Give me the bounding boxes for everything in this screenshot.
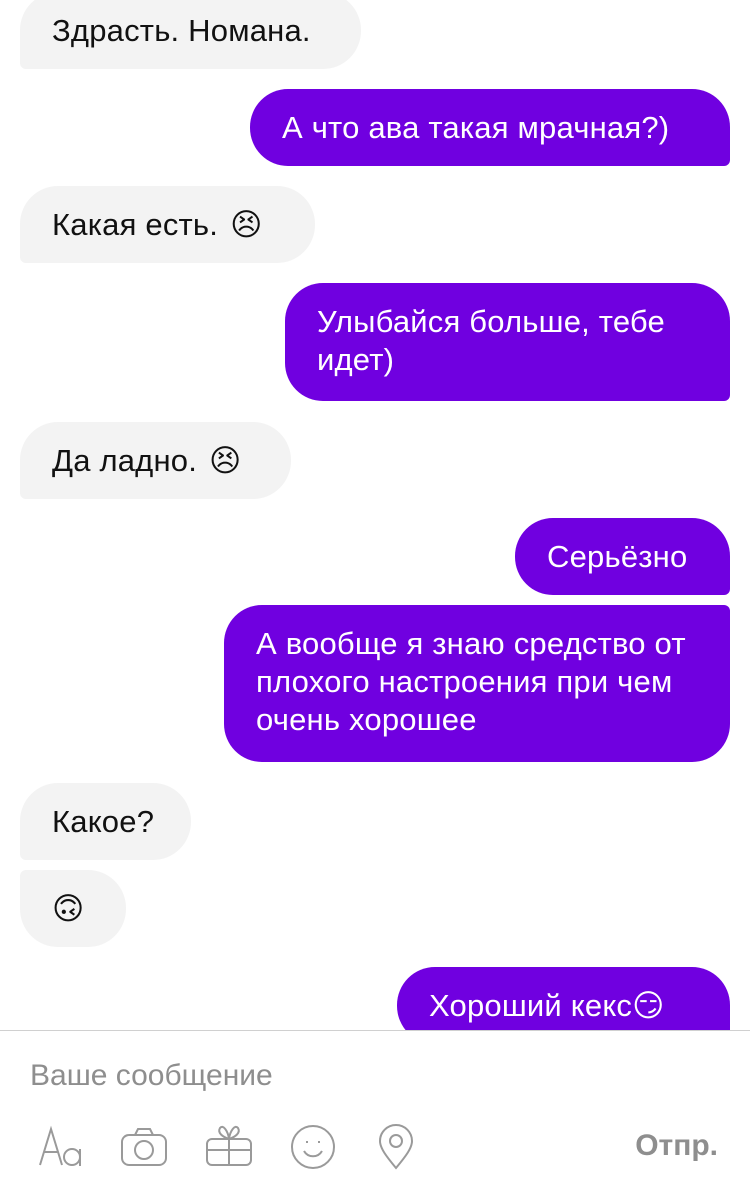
message-input[interactable]: Ваше сообщение bbox=[30, 1059, 273, 1093]
message-text: Хороший кекс bbox=[429, 987, 633, 1023]
text-format-icon[interactable] bbox=[34, 1121, 86, 1173]
smirking-face-icon: 😏 bbox=[632, 987, 665, 1024]
location-pin-icon[interactable] bbox=[370, 1121, 422, 1173]
message-outgoing[interactable]: Хороший кекс 😏 bbox=[397, 967, 730, 1030]
composer-toolbar: Отпр. bbox=[0, 1121, 750, 1181]
persevering-face-icon: 😣 bbox=[209, 442, 242, 479]
message-incoming[interactable]: Да ладно. 😣 bbox=[20, 422, 291, 499]
message-text: Здрасть. Номана. bbox=[52, 12, 311, 48]
message-text: А вообще я знаю средство от плохого наст… bbox=[256, 626, 686, 737]
message-text: Какая есть. bbox=[52, 206, 219, 242]
message-incoming[interactable]: 🙃 bbox=[20, 870, 126, 947]
message-text: А что ава такая мрачная?) bbox=[282, 109, 670, 145]
camera-icon[interactable] bbox=[118, 1121, 170, 1173]
message-text: Улыбайся больше, тебе идет) bbox=[317, 304, 665, 377]
sticker-smile-icon[interactable] bbox=[287, 1121, 339, 1173]
message-outgoing[interactable]: А вообще я знаю средство от плохого наст… bbox=[224, 605, 730, 762]
persevering-face-icon: 😣 bbox=[230, 206, 263, 243]
gift-icon[interactable] bbox=[203, 1121, 255, 1173]
message-text: Да ладно. bbox=[52, 442, 198, 478]
message-outgoing[interactable]: А что ава такая мрачная?) bbox=[250, 89, 730, 166]
message-incoming[interactable]: Какая есть. 😣 bbox=[20, 186, 315, 263]
message-outgoing[interactable]: Серьёзно bbox=[515, 518, 730, 595]
send-button[interactable]: Отпр. bbox=[635, 1129, 718, 1163]
message-text: Серьёзно bbox=[547, 538, 688, 574]
message-text: Какое? bbox=[52, 803, 155, 839]
message-list[interactable]: Здрасть. Номана. А что ава такая мрачная… bbox=[0, 0, 750, 1030]
message-incoming[interactable]: Здрасть. Номана. bbox=[20, 0, 361, 69]
upside-down-face-icon: 🙃 bbox=[52, 890, 85, 927]
message-composer: Ваше сообщение Отпр. bbox=[0, 1030, 750, 1197]
message-outgoing[interactable]: Улыбайся больше, тебе идет) bbox=[285, 283, 730, 401]
message-incoming[interactable]: Какое? bbox=[20, 783, 191, 860]
